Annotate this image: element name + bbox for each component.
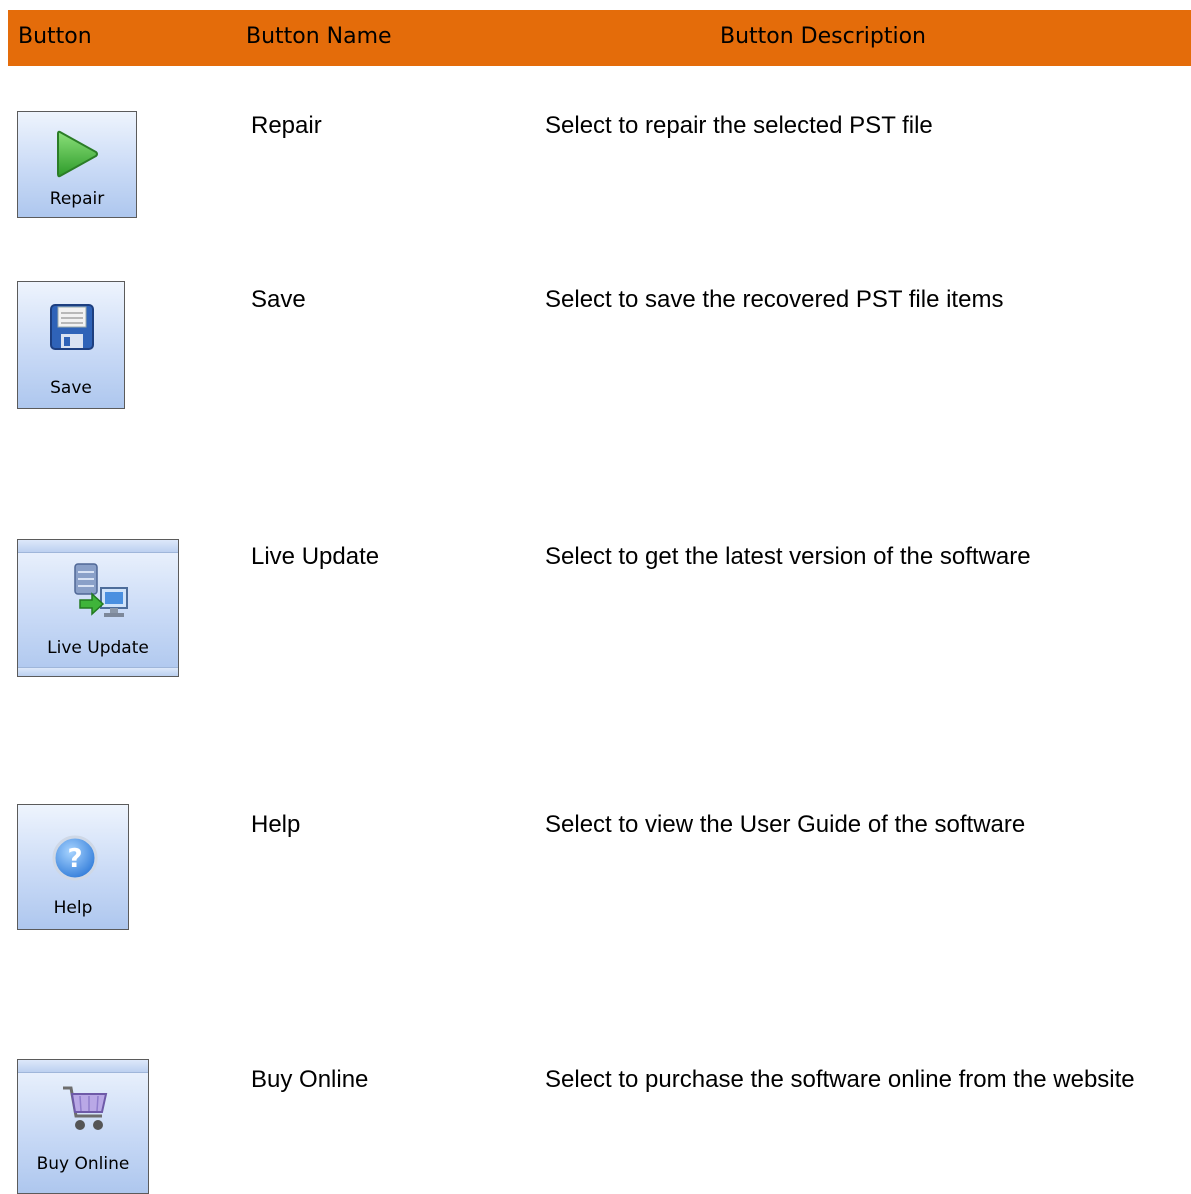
row-name-buy-online: Buy Online [251,1066,369,1093]
repair-button-label: Repair [49,189,105,209]
repair-button[interactable]: Repair [17,111,137,218]
save-button[interactable]: Save [17,281,125,409]
button-bottom-band [18,667,178,676]
svg-text:?: ? [67,844,82,874]
row-description-live-update: Select to get the latest version of the … [545,543,1031,570]
help-button[interactable]: ? Help [17,804,129,930]
question-mark-icon: ? [52,835,98,881]
row-name-repair: Repair [251,112,322,139]
header-button-column: Button [18,24,92,49]
row-description-repair: Select to repair the selected PST file [545,112,933,139]
header-name-column: Button Name [246,24,392,49]
live-update-button-label: Live Update [47,638,149,658]
row-name-live-update: Live Update [251,543,380,570]
button-top-band [18,1060,148,1073]
row-name-save: Save [251,286,306,313]
button-top-band [18,540,178,553]
save-button-label: Save [50,378,92,398]
floppy-disk-icon [50,304,94,350]
server-computer-update-icon [74,563,128,617]
header-description-column: Button Description [720,24,926,49]
play-icon [57,130,98,178]
live-update-button[interactable]: Live Update [17,539,179,677]
row-name-help: Help [251,811,301,838]
row-description-buy-online: Select to purchase the software online f… [545,1066,1135,1093]
help-button-label: Help [53,898,93,918]
row-description-help: Select to view the User Guide of the sof… [545,811,1026,838]
buy-online-button[interactable]: Buy Online [17,1059,149,1194]
shopping-cart-icon [63,1086,108,1130]
buy-online-button-label: Buy Online [36,1154,130,1174]
row-description-save: Select to save the recovered PST file it… [545,286,1004,313]
table-header: Button Button Name Button Description [8,10,1191,66]
